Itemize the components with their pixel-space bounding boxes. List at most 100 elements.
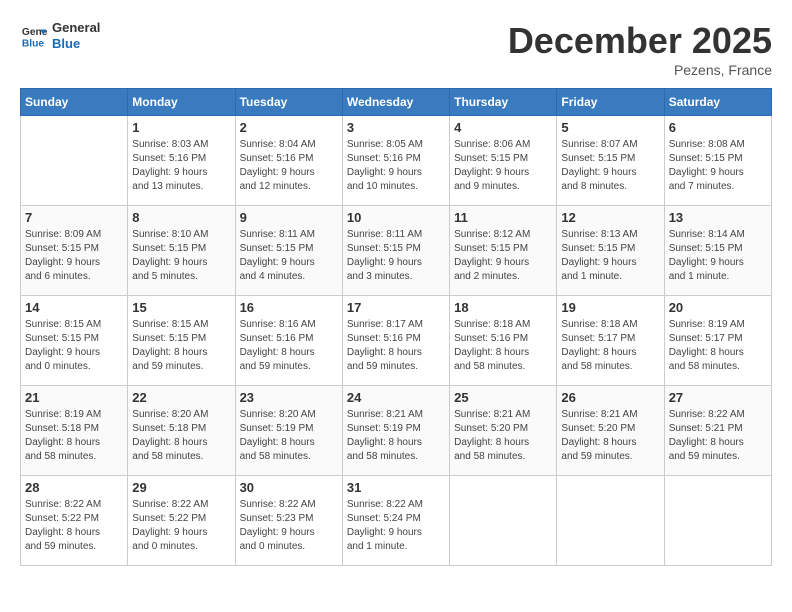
calendar-cell: 10 Sunrise: 8:11 AM Sunset: 5:15 PM Dayli… bbox=[342, 206, 449, 296]
calendar-cell: 7 Sunrise: 8:09 AM Sunset: 5:15 PM Daylig… bbox=[21, 206, 128, 296]
day-info: Sunrise: 8:14 AM Sunset: 5:15 PM Dayligh… bbox=[669, 228, 767, 284]
calendar-table: SundayMondayTuesdayWednesdayThursdayFrid… bbox=[20, 88, 772, 566]
calendar-week-row: 28Sunrise: 8:22 AM Sunset: 5:22 PM Dayli… bbox=[21, 476, 772, 566]
day-info: Sunrise: 8:20 AM Sunset: 5:18 PM Dayligh… bbox=[132, 408, 230, 464]
location: Pezens, France bbox=[508, 62, 772, 78]
day-number: 26 bbox=[561, 390, 659, 405]
calendar-week-row: 7 Sunrise: 8:09 AM Sunset: 5:15 PM Daylig… bbox=[21, 206, 772, 296]
day-of-week-header: Thursday bbox=[450, 89, 557, 116]
calendar-cell: 6Sunrise: 8:08 AM Sunset: 5:15 PM Daylig… bbox=[664, 116, 771, 206]
day-info: Sunrise: 8:15 AM Sunset: 5:15 PM Dayligh… bbox=[132, 318, 230, 374]
day-info: Sunrise: 8:11 AM Sunset: 5:15 PM Dayligh… bbox=[347, 228, 445, 284]
day-info: Sunrise: 8:22 AM Sunset: 5:22 PM Dayligh… bbox=[25, 498, 123, 554]
calendar-cell: 11Sunrise: 8:12 AM Sunset: 5:15 PM Dayli… bbox=[450, 206, 557, 296]
calendar-cell: 8Sunrise: 8:10 AM Sunset: 5:15 PM Daylig… bbox=[128, 206, 235, 296]
day-number: 11 bbox=[454, 210, 552, 225]
calendar-cell: 12Sunrise: 8:13 AM Sunset: 5:15 PM Dayli… bbox=[557, 206, 664, 296]
calendar-cell: 17 Sunrise: 8:17 AM Sunset: 5:16 PM Dayli… bbox=[342, 296, 449, 386]
day-number: 25 bbox=[454, 390, 552, 405]
calendar-cell: 22 Sunrise: 8:20 AM Sunset: 5:18 PM Dayli… bbox=[128, 386, 235, 476]
calendar-week-row: 1 Sunrise: 8:03 AM Sunset: 5:16 PM Daylig… bbox=[21, 116, 772, 206]
calendar-cell: 29 Sunrise: 8:22 AM Sunset: 5:22 PM Dayli… bbox=[128, 476, 235, 566]
month-title: December 2025 bbox=[508, 20, 772, 62]
day-number: 16 bbox=[240, 300, 338, 315]
day-info: Sunrise: 8:18 AM Sunset: 5:17 PM Dayligh… bbox=[561, 318, 659, 374]
day-number: 1 bbox=[132, 120, 230, 135]
day-info: Sunrise: 8:21 AM Sunset: 5:20 PM Dayligh… bbox=[561, 408, 659, 464]
calendar-cell: 5 Sunrise: 8:07 AM Sunset: 5:15 PM Daylig… bbox=[557, 116, 664, 206]
day-number: 24 bbox=[347, 390, 445, 405]
day-number: 19 bbox=[561, 300, 659, 315]
day-info: Sunrise: 8:06 AM Sunset: 5:15 PM Dayligh… bbox=[454, 138, 552, 194]
logo-icon: General Blue bbox=[20, 22, 48, 50]
calendar-cell: 27Sunrise: 8:22 AM Sunset: 5:21 PM Dayli… bbox=[664, 386, 771, 476]
calendar-cell: 30 Sunrise: 8:22 AM Sunset: 5:23 PM Dayli… bbox=[235, 476, 342, 566]
day-info: Sunrise: 8:11 AM Sunset: 5:15 PM Dayligh… bbox=[240, 228, 338, 284]
calendar-body: 1 Sunrise: 8:03 AM Sunset: 5:16 PM Daylig… bbox=[21, 116, 772, 566]
calendar-cell: 21 Sunrise: 8:19 AM Sunset: 5:18 PM Dayli… bbox=[21, 386, 128, 476]
day-number: 23 bbox=[240, 390, 338, 405]
calendar-cell: 20Sunrise: 8:19 AM Sunset: 5:17 PM Dayli… bbox=[664, 296, 771, 386]
day-info: Sunrise: 8:22 AM Sunset: 5:24 PM Dayligh… bbox=[347, 498, 445, 554]
logo-blue: Blue bbox=[52, 36, 100, 52]
day-number: 12 bbox=[561, 210, 659, 225]
calendar-cell bbox=[557, 476, 664, 566]
day-info: Sunrise: 8:05 AM Sunset: 5:16 PM Dayligh… bbox=[347, 138, 445, 194]
calendar-week-row: 14Sunrise: 8:15 AM Sunset: 5:15 PM Dayli… bbox=[21, 296, 772, 386]
day-info: Sunrise: 8:18 AM Sunset: 5:16 PM Dayligh… bbox=[454, 318, 552, 374]
day-of-week-header: Wednesday bbox=[342, 89, 449, 116]
calendar-cell: 25 Sunrise: 8:21 AM Sunset: 5:20 PM Dayli… bbox=[450, 386, 557, 476]
day-info: Sunrise: 8:20 AM Sunset: 5:19 PM Dayligh… bbox=[240, 408, 338, 464]
day-info: Sunrise: 8:22 AM Sunset: 5:22 PM Dayligh… bbox=[132, 498, 230, 554]
calendar-cell: 23 Sunrise: 8:20 AM Sunset: 5:19 PM Dayli… bbox=[235, 386, 342, 476]
calendar-cell: 2Sunrise: 8:04 AM Sunset: 5:16 PM Daylig… bbox=[235, 116, 342, 206]
day-number: 17 bbox=[347, 300, 445, 315]
day-info: Sunrise: 8:22 AM Sunset: 5:23 PM Dayligh… bbox=[240, 498, 338, 554]
logo: General Blue General Blue bbox=[20, 20, 100, 51]
calendar-cell bbox=[664, 476, 771, 566]
day-number: 4 bbox=[454, 120, 552, 135]
day-number: 15 bbox=[132, 300, 230, 315]
day-of-week-header: Saturday bbox=[664, 89, 771, 116]
header: General Blue General Blue December 2025 … bbox=[20, 20, 772, 78]
day-number: 10 bbox=[347, 210, 445, 225]
day-number: 27 bbox=[669, 390, 767, 405]
day-of-week-header: Sunday bbox=[21, 89, 128, 116]
day-info: Sunrise: 8:19 AM Sunset: 5:18 PM Dayligh… bbox=[25, 408, 123, 464]
day-number: 29 bbox=[132, 480, 230, 495]
calendar-cell: 26 Sunrise: 8:21 AM Sunset: 5:20 PM Dayli… bbox=[557, 386, 664, 476]
day-info: Sunrise: 8:17 AM Sunset: 5:16 PM Dayligh… bbox=[347, 318, 445, 374]
calendar-header-row: SundayMondayTuesdayWednesdayThursdayFrid… bbox=[21, 89, 772, 116]
calendar-cell: 9 Sunrise: 8:11 AM Sunset: 5:15 PM Daylig… bbox=[235, 206, 342, 296]
day-number: 5 bbox=[561, 120, 659, 135]
day-number: 7 bbox=[25, 210, 123, 225]
day-number: 30 bbox=[240, 480, 338, 495]
calendar-cell: 19 Sunrise: 8:18 AM Sunset: 5:17 PM Dayli… bbox=[557, 296, 664, 386]
calendar-week-row: 21 Sunrise: 8:19 AM Sunset: 5:18 PM Dayli… bbox=[21, 386, 772, 476]
day-number: 20 bbox=[669, 300, 767, 315]
day-of-week-header: Tuesday bbox=[235, 89, 342, 116]
day-info: Sunrise: 8:07 AM Sunset: 5:15 PM Dayligh… bbox=[561, 138, 659, 194]
day-info: Sunrise: 8:21 AM Sunset: 5:20 PM Dayligh… bbox=[454, 408, 552, 464]
calendar-cell bbox=[450, 476, 557, 566]
day-number: 2 bbox=[240, 120, 338, 135]
day-info: Sunrise: 8:03 AM Sunset: 5:16 PM Dayligh… bbox=[132, 138, 230, 194]
calendar-cell: 28Sunrise: 8:22 AM Sunset: 5:22 PM Dayli… bbox=[21, 476, 128, 566]
calendar-cell: 13 Sunrise: 8:14 AM Sunset: 5:15 PM Dayli… bbox=[664, 206, 771, 296]
day-info: Sunrise: 8:09 AM Sunset: 5:15 PM Dayligh… bbox=[25, 228, 123, 284]
calendar-cell: 24 Sunrise: 8:21 AM Sunset: 5:19 PM Dayli… bbox=[342, 386, 449, 476]
calendar-cell: 4 Sunrise: 8:06 AM Sunset: 5:15 PM Daylig… bbox=[450, 116, 557, 206]
day-info: Sunrise: 8:15 AM Sunset: 5:15 PM Dayligh… bbox=[25, 318, 123, 374]
calendar-cell: 3 Sunrise: 8:05 AM Sunset: 5:16 PM Daylig… bbox=[342, 116, 449, 206]
day-number: 9 bbox=[240, 210, 338, 225]
day-info: Sunrise: 8:21 AM Sunset: 5:19 PM Dayligh… bbox=[347, 408, 445, 464]
day-info: Sunrise: 8:08 AM Sunset: 5:15 PM Dayligh… bbox=[669, 138, 767, 194]
calendar-cell: 1 Sunrise: 8:03 AM Sunset: 5:16 PM Daylig… bbox=[128, 116, 235, 206]
day-number: 21 bbox=[25, 390, 123, 405]
calendar-cell bbox=[21, 116, 128, 206]
day-number: 22 bbox=[132, 390, 230, 405]
day-number: 13 bbox=[669, 210, 767, 225]
day-number: 3 bbox=[347, 120, 445, 135]
svg-text:Blue: Blue bbox=[22, 38, 45, 49]
day-number: 31 bbox=[347, 480, 445, 495]
